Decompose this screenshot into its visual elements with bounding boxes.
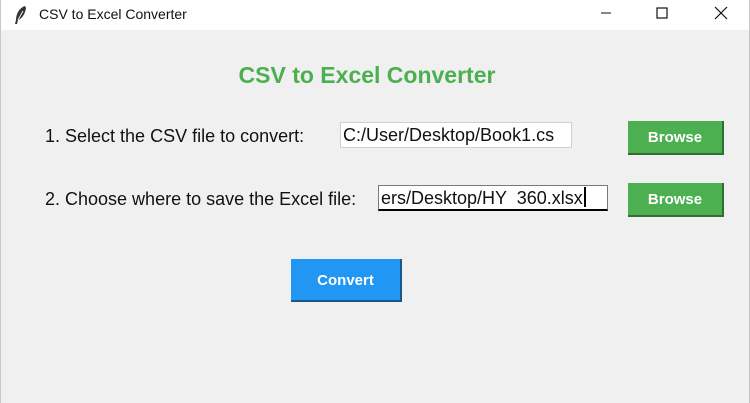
page-title: CSV to Excel Converter: [238, 62, 496, 88]
title-bar[interactable]: CSV to Excel Converter: [1, 0, 749, 30]
excel-path-input[interactable]: ers/Desktop/HY 360.xlsx: [378, 185, 608, 211]
csv-file-label: 1. Select the CSV file to convert:: [45, 126, 305, 146]
browse-save-button[interactable]: Browse: [628, 183, 724, 217]
feather-icon: [13, 5, 29, 25]
window-title: CSV to Excel Converter: [39, 6, 187, 22]
close-button[interactable]: [698, 0, 744, 30]
browse-csv-button[interactable]: Browse: [628, 121, 724, 155]
excel-path-value: ers/Desktop/HY 360.xlsx: [381, 188, 583, 208]
maximize-icon: [656, 6, 668, 24]
text-caret: [583, 187, 586, 207]
csv-path-value: C:/User/Desktop/Book1.cs: [343, 125, 555, 145]
save-location-label: 2. Choose where to save the Excel file:: [45, 189, 357, 209]
close-icon: [714, 6, 728, 25]
app-window: CSV to Excel Converter CSV to Excel Conv…: [0, 0, 750, 403]
minimize-icon: [600, 6, 612, 24]
convert-button[interactable]: Convert: [291, 259, 402, 302]
maximize-button[interactable]: [639, 0, 685, 30]
minimize-button[interactable]: [583, 0, 629, 30]
csv-path-input[interactable]: C:/User/Desktop/Book1.cs: [340, 122, 572, 148]
